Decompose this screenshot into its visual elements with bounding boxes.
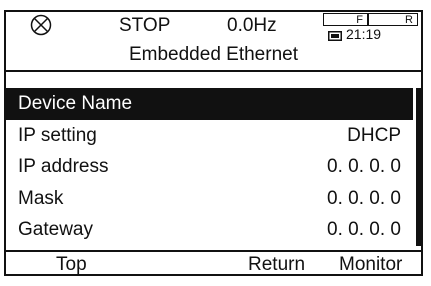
clock: 21:19 [346,26,382,42]
run-state: STOP [119,15,171,36]
menu-item-label: Gateway [18,219,93,240]
return-button[interactable]: Return [248,253,305,277]
menu-item-ip-setting[interactable]: IP setting DHCP [6,120,413,152]
output-frequency: 0.0Hz [227,15,277,36]
stop-circle-x-icon [30,14,52,36]
menu-item-mask[interactable]: Mask 0. 0. 0. 0 [6,183,413,215]
menu-item-value: 0. 0. 0. 0 [327,219,401,240]
status-bar: STOP 0.0Hz F R 21:19 [6,12,421,42]
menu-item-value: 0. 0. 0. 0 [327,156,401,177]
function-key-bar: Top Return Monitor [6,250,421,276]
menu-item-label: Device Name [18,93,133,114]
forward-indicator: F [323,13,368,26]
page-title: Embedded Ethernet [128,44,298,65]
monitor-button[interactable]: Monitor [339,253,402,277]
scrollbar[interactable] [416,88,421,246]
menu-item-value: 0. 0. 0. 0 [327,187,401,209]
menu-item-ip-address[interactable]: IP address 0. 0. 0. 0 [6,151,413,183]
reverse-indicator: R [368,13,418,26]
settings-list: Device Name IP setting DHCP IP address 0… [6,88,413,246]
display-screen: STOP 0.0Hz F R 21:19 Embedded Ethernet D… [4,10,423,276]
top-button[interactable]: Top [56,253,87,277]
menu-item-device-name[interactable]: Device Name [6,88,413,120]
menu-item-value: DHCP [347,124,401,146]
menu-item-label: Mask [18,187,64,209]
title-divider [6,70,421,72]
menu-item-label: IP address [18,156,109,177]
menu-item-gateway[interactable]: Gateway 0. 0. 0. 0 [6,214,413,246]
menu-item-label: IP setting [18,124,97,146]
battery-icon [328,31,342,41]
